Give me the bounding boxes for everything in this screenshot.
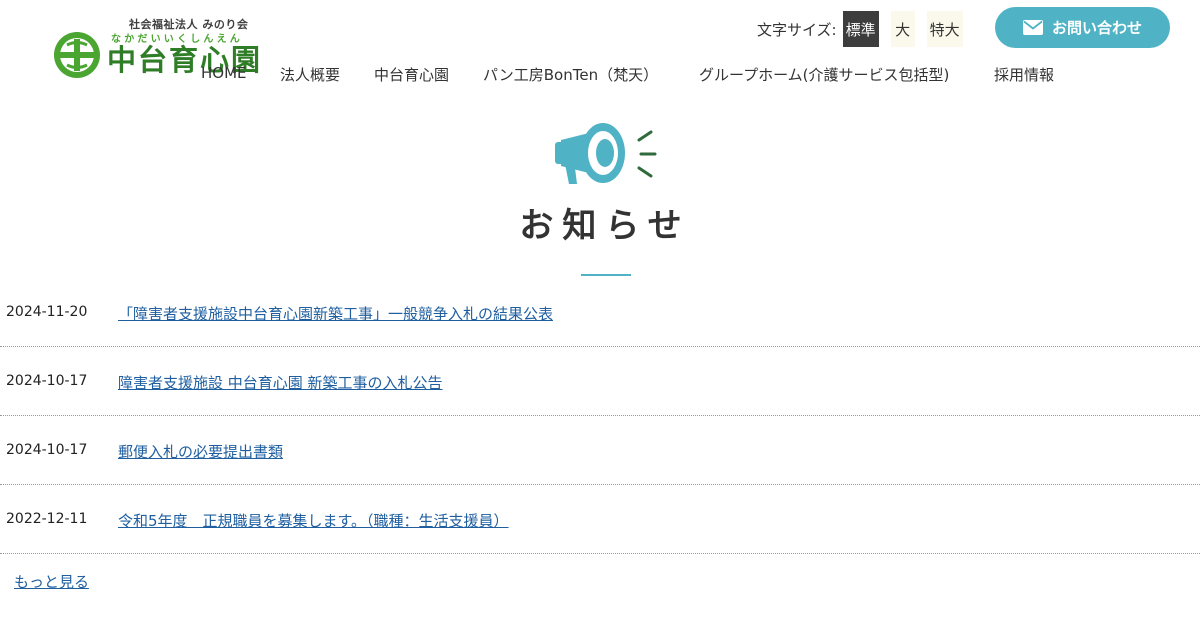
- title-underline: [581, 274, 631, 276]
- main-nav: HOME 法人概要 中台育心園 パン工房BonTen（梵天） グループホーム(介…: [0, 64, 1200, 86]
- font-size-label: 文字サイズ:: [757, 20, 837, 39]
- news-item: 2022-12-11 令和5年度 正規職員を募集します。（職種：生活支援員）: [0, 485, 1200, 554]
- megaphone-icon: [555, 123, 657, 184]
- page-title: お知らせ: [519, 206, 691, 246]
- news-list: 2024-11-20 「障害者支援施設中台育心園新築工事」一般競争入札の結果公表…: [0, 278, 1200, 554]
- news-date: 2024-11-20: [6, 304, 88, 320]
- nav-item-recruit[interactable]: 採用情報: [994, 64, 1054, 85]
- news-date: 2022-12-11: [6, 511, 88, 527]
- mail-icon: [1022, 20, 1043, 35]
- contact-button-label: お問い合わせ: [1051, 19, 1142, 37]
- more-link[interactable]: もっと見る: [14, 571, 89, 592]
- nav-item-bakery[interactable]: パン工房BonTen（梵天）: [483, 64, 658, 85]
- font-size-xlarge-button[interactable]: 特大: [926, 11, 963, 47]
- news-date: 2024-10-17: [6, 442, 88, 458]
- news-item: 2024-10-17 郵便入札の必要提出書類: [0, 416, 1200, 485]
- contact-button[interactable]: お問い合わせ: [995, 7, 1170, 48]
- nav-item-about[interactable]: 法人概要: [280, 64, 340, 85]
- news-link[interactable]: 障害者支援施設 中台育心園 新築工事の入札公告: [118, 372, 443, 393]
- nav-item-facility[interactable]: 中台育心園: [374, 64, 449, 85]
- font-size-standard-button[interactable]: 標準: [842, 11, 879, 47]
- font-size-switcher: 文字サイズ: 標準 大 特大: [757, 11, 975, 47]
- news-item: 2024-10-17 障害者支援施設 中台育心園 新築工事の入札公告: [0, 347, 1200, 416]
- news-link[interactable]: 郵便入札の必要提出書類: [118, 441, 283, 462]
- news-link[interactable]: 令和5年度 正規職員を募集します。（職種：生活支援員）: [118, 510, 509, 531]
- nav-item-grouphome[interactable]: グループホーム(介護サービス包括型): [699, 64, 949, 85]
- news-date: 2024-10-17: [6, 373, 88, 389]
- nav-item-home[interactable]: HOME: [201, 64, 247, 82]
- news-link[interactable]: 「障害者支援施設中台育心園新築工事」一般競争入札の結果公表: [118, 303, 553, 324]
- font-size-large-button[interactable]: 大: [890, 11, 915, 47]
- news-item: 2024-11-20 「障害者支援施設中台育心園新築工事」一般競争入札の結果公表: [0, 278, 1200, 347]
